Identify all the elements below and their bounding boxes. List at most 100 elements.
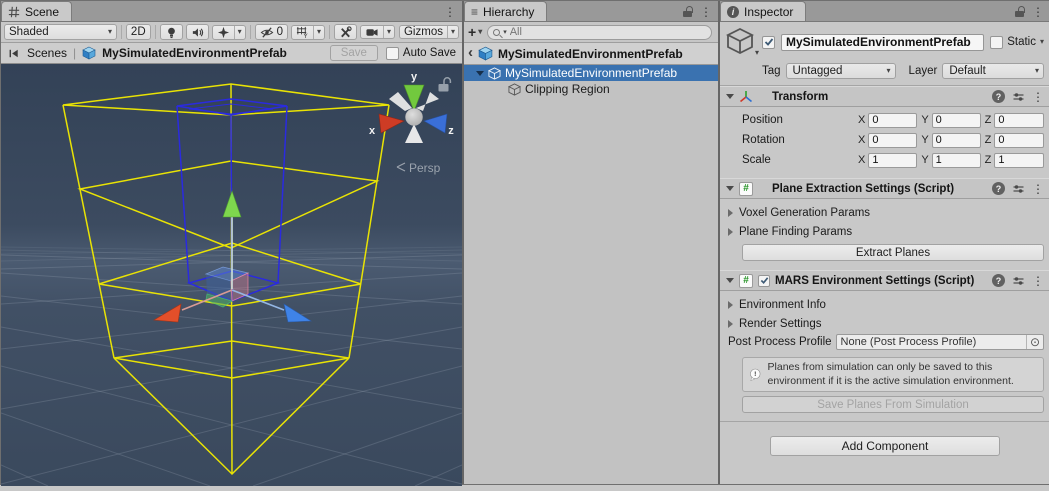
active-checkbox[interactable] [762, 35, 775, 49]
chevron-down-icon[interactable]: ▾ [446, 26, 458, 38]
help-icon[interactable]: ? [992, 90, 1005, 103]
component-menu-kebab-icon[interactable]: ⋮ [1032, 91, 1044, 103]
hierarchy-row-root[interactable]: MySimulatedEnvironmentPrefab [464, 65, 718, 81]
hierarchy-menu-kebab-icon[interactable]: ⋮ [700, 6, 712, 18]
foldout-expanded-icon[interactable] [476, 70, 484, 76]
foldout-expanded-icon[interactable] [726, 94, 734, 99]
mars-enabled-checkbox[interactable] [758, 274, 770, 287]
scene-3d-view[interactable]: y x z Persp [0, 64, 463, 487]
warning-bubble-icon: ! [750, 368, 761, 381]
scene-tools-button[interactable] [333, 24, 357, 40]
foldout-label: Render Settings [739, 317, 822, 330]
eye-hidden-icon [260, 26, 273, 38]
position-z-field[interactable] [994, 112, 1044, 128]
tag-label: Tag [762, 65, 781, 77]
auto-save-checkbox[interactable] [385, 46, 399, 60]
mars-settings-header[interactable]: # MARS Environment Settings (Script) ? ⋮ [720, 270, 1049, 291]
mars-settings-title: MARS Environment Settings (Script) [775, 274, 975, 287]
save-button[interactable]: Save [329, 45, 378, 61]
tag-dropdown[interactable]: Untagged ▾ [785, 63, 896, 79]
help-icon[interactable]: ? [992, 274, 1005, 287]
scale-x-field[interactable] [868, 152, 918, 168]
chevron-down-icon[interactable]: ▾ [382, 26, 394, 38]
search-input[interactable] [509, 26, 705, 38]
component-menu-kebab-icon[interactable]: ⋮ [1032, 183, 1044, 195]
gizmos-dropdown[interactable]: Gizmos ▾ [398, 25, 459, 39]
position-y-field[interactable] [931, 112, 981, 128]
create-add-button[interactable]: + ▾ [468, 24, 482, 40]
transform-body: Position X Y Z Rotation X Y Z Scale X Y … [720, 107, 1049, 174]
foldout-label: Plane Finding Params [739, 225, 853, 238]
help-icon[interactable]: ? [992, 182, 1005, 195]
hierarchy-toolbar: + ▾ ▾ [464, 22, 718, 43]
tab-scene[interactable]: Scene [1, 1, 73, 21]
rotation-y-field[interactable] [931, 132, 981, 148]
foldout-expanded-icon[interactable] [726, 186, 734, 191]
scene-camera-button[interactable]: ▾ [359, 25, 395, 39]
tab-inspector[interactable]: i Inspector [720, 1, 807, 21]
hierarchy-lock-icon[interactable] [683, 6, 694, 18]
render-settings-foldout[interactable]: Render Settings [720, 314, 1049, 333]
hierarchy-search-field[interactable]: ▾ [487, 24, 712, 40]
prefab-mode-header[interactable]: ‹ MySimulatedEnvironmentPrefab [464, 43, 718, 65]
plane-finding-params-foldout[interactable]: Plane Finding Params [720, 222, 1049, 241]
shading-mode-dropdown[interactable]: Shaded ▾ [4, 24, 117, 40]
scene-effects-button[interactable]: ▾ [211, 24, 246, 40]
rotation-z-field[interactable] [994, 132, 1044, 148]
position-x-field[interactable] [868, 112, 918, 128]
presets-icon[interactable] [1012, 91, 1025, 103]
inspector-menu-kebab-icon[interactable]: ⋮ [1032, 6, 1044, 18]
hierarchy-row-clipping-region[interactable]: Clipping Region [464, 81, 718, 97]
scene-audio-button[interactable] [185, 24, 209, 40]
chevron-down-icon[interactable]: ▾ [233, 25, 245, 39]
inspector-tabstrip: i Inspector ⋮ [720, 1, 1049, 22]
search-icon [493, 28, 501, 36]
foldout-label: Voxel Generation Params [739, 206, 871, 219]
tools-icon [341, 25, 352, 37]
plane-extraction-header[interactable]: # Plane Extraction Settings (Script) ? ⋮ [720, 178, 1049, 199]
static-checkbox[interactable] [990, 35, 1004, 49]
save-planes-button[interactable]: Save Planes From Simulation [742, 396, 1044, 414]
transform-header[interactable]: Transform ? ⋮ [720, 86, 1049, 107]
auto-save-toggle[interactable]: Auto Save [385, 46, 456, 60]
plane-extraction-title: Plane Extraction Settings (Script) [772, 182, 955, 195]
presets-icon[interactable] [1012, 183, 1025, 195]
chevron-down-icon[interactable]: ▾ [1040, 38, 1044, 46]
inspector-lock-icon[interactable] [1015, 6, 1026, 18]
scene-viewport[interactable]: y x z Persp [0, 64, 463, 487]
unity-editor-window: Scene ⋮ Shaded ▾ 2D ▾ 0 Y ▾ ▾ Gizmos ▾ S… [0, 0, 1049, 487]
back-chevron-icon[interactable]: ‹ [468, 45, 473, 60]
view-gizmo-center[interactable] [405, 108, 423, 126]
hierarchy-list-icon: ≡ [471, 4, 479, 19]
chevron-down-icon[interactable]: ▾ [312, 25, 324, 39]
gameobject-icon[interactable]: ▾ [725, 27, 759, 57]
foldout-expanded-icon[interactable] [726, 278, 734, 283]
gameobject-name-field[interactable] [781, 33, 985, 51]
scene-menu-kebab-icon[interactable]: ⋮ [444, 6, 456, 18]
rotation-x-field[interactable] [868, 132, 918, 148]
object-picker-icon[interactable]: ⊙ [1025, 335, 1043, 349]
scale-y-field[interactable] [931, 152, 981, 168]
environment-info-foldout[interactable]: Environment Info [720, 295, 1049, 314]
extract-planes-button[interactable]: Extract Planes [742, 244, 1044, 261]
component-menu-kebab-icon[interactable]: ⋮ [1032, 275, 1044, 287]
scene-lighting-button[interactable] [159, 24, 183, 40]
breadcrumb-scenes[interactable]: Scenes [27, 46, 67, 60]
scene-panel: Scene ⋮ Shaded ▾ 2D ▾ 0 Y ▾ ▾ Gizmos ▾ S… [0, 1, 463, 487]
shading-mode-label: Shaded [9, 26, 49, 38]
transform-title: Transform [772, 90, 829, 103]
toolbar-separator [249, 25, 251, 39]
scale-z-field[interactable] [994, 152, 1044, 168]
exit-prefab-back-icon[interactable] [7, 47, 21, 60]
layer-dropdown[interactable]: Default ▾ [942, 63, 1044, 79]
presets-icon[interactable] [1012, 275, 1025, 287]
2d-toggle-button[interactable]: 2D [125, 24, 151, 40]
post-process-profile-object-field[interactable]: None (Post Process Profile) ⊙ [835, 334, 1044, 350]
add-component-button[interactable]: Add Component [770, 436, 1000, 457]
scene-grid-toggle[interactable]: Y ▾ [290, 24, 325, 40]
svg-text:!: ! [754, 371, 756, 378]
tab-hierarchy[interactable]: ≡ Hierarchy [464, 1, 548, 21]
voxel-generation-params-foldout[interactable]: Voxel Generation Params [720, 203, 1049, 222]
mars-settings-body: Environment Info Render Settings Post Pr… [720, 291, 1049, 414]
scene-visibility-toggle[interactable]: 0 [254, 24, 288, 40]
